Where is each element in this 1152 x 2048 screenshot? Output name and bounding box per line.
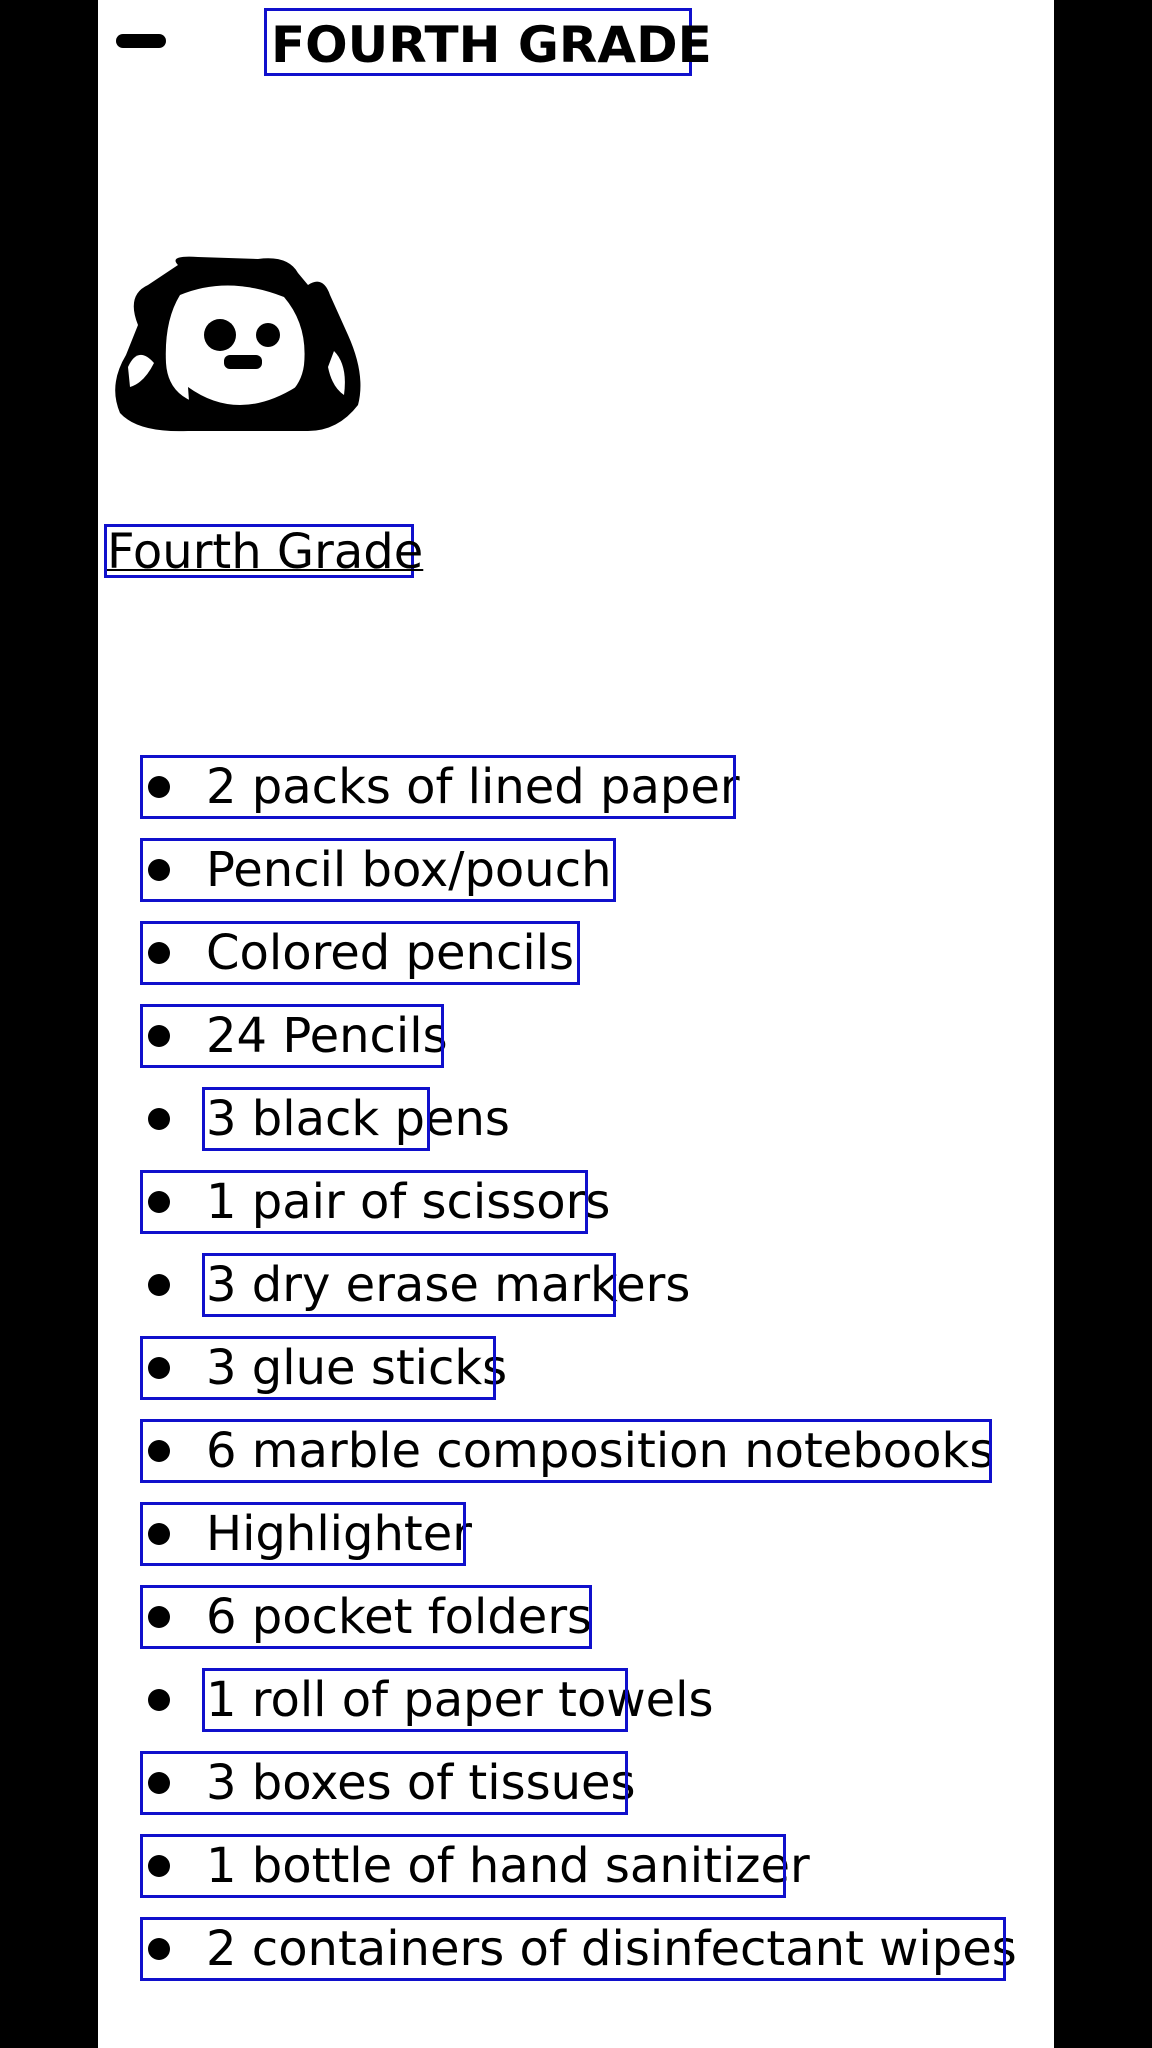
annotation-box [140,755,736,819]
bullet-icon [148,1108,170,1130]
annotation-box [140,1834,786,1898]
annotation-box [140,1751,628,1815]
annotation-box [140,1419,992,1483]
annotation-box [140,838,616,902]
annotation-box [202,1668,628,1732]
page-title: FOURTH GRADE [264,8,712,76]
annotation-box [140,1502,466,1566]
annotation-box [202,1087,430,1151]
page: FOURTH GRADE Fourth Grade 2 packs of lin… [98,0,1054,2048]
annotation-box [140,921,580,985]
annotation-box [140,1585,592,1649]
hamburger-menu-icon[interactable] [116,34,166,48]
annotation-box [140,1004,444,1068]
annotation-box [140,1917,1006,1981]
section-heading: Fourth Grade [104,524,423,578]
annotation-box [202,1253,616,1317]
annotation-box [140,1336,496,1400]
backpack-icon [115,256,361,432]
annotation-box [140,1170,588,1234]
bullet-icon [148,1689,170,1711]
bullet-icon [148,1274,170,1296]
